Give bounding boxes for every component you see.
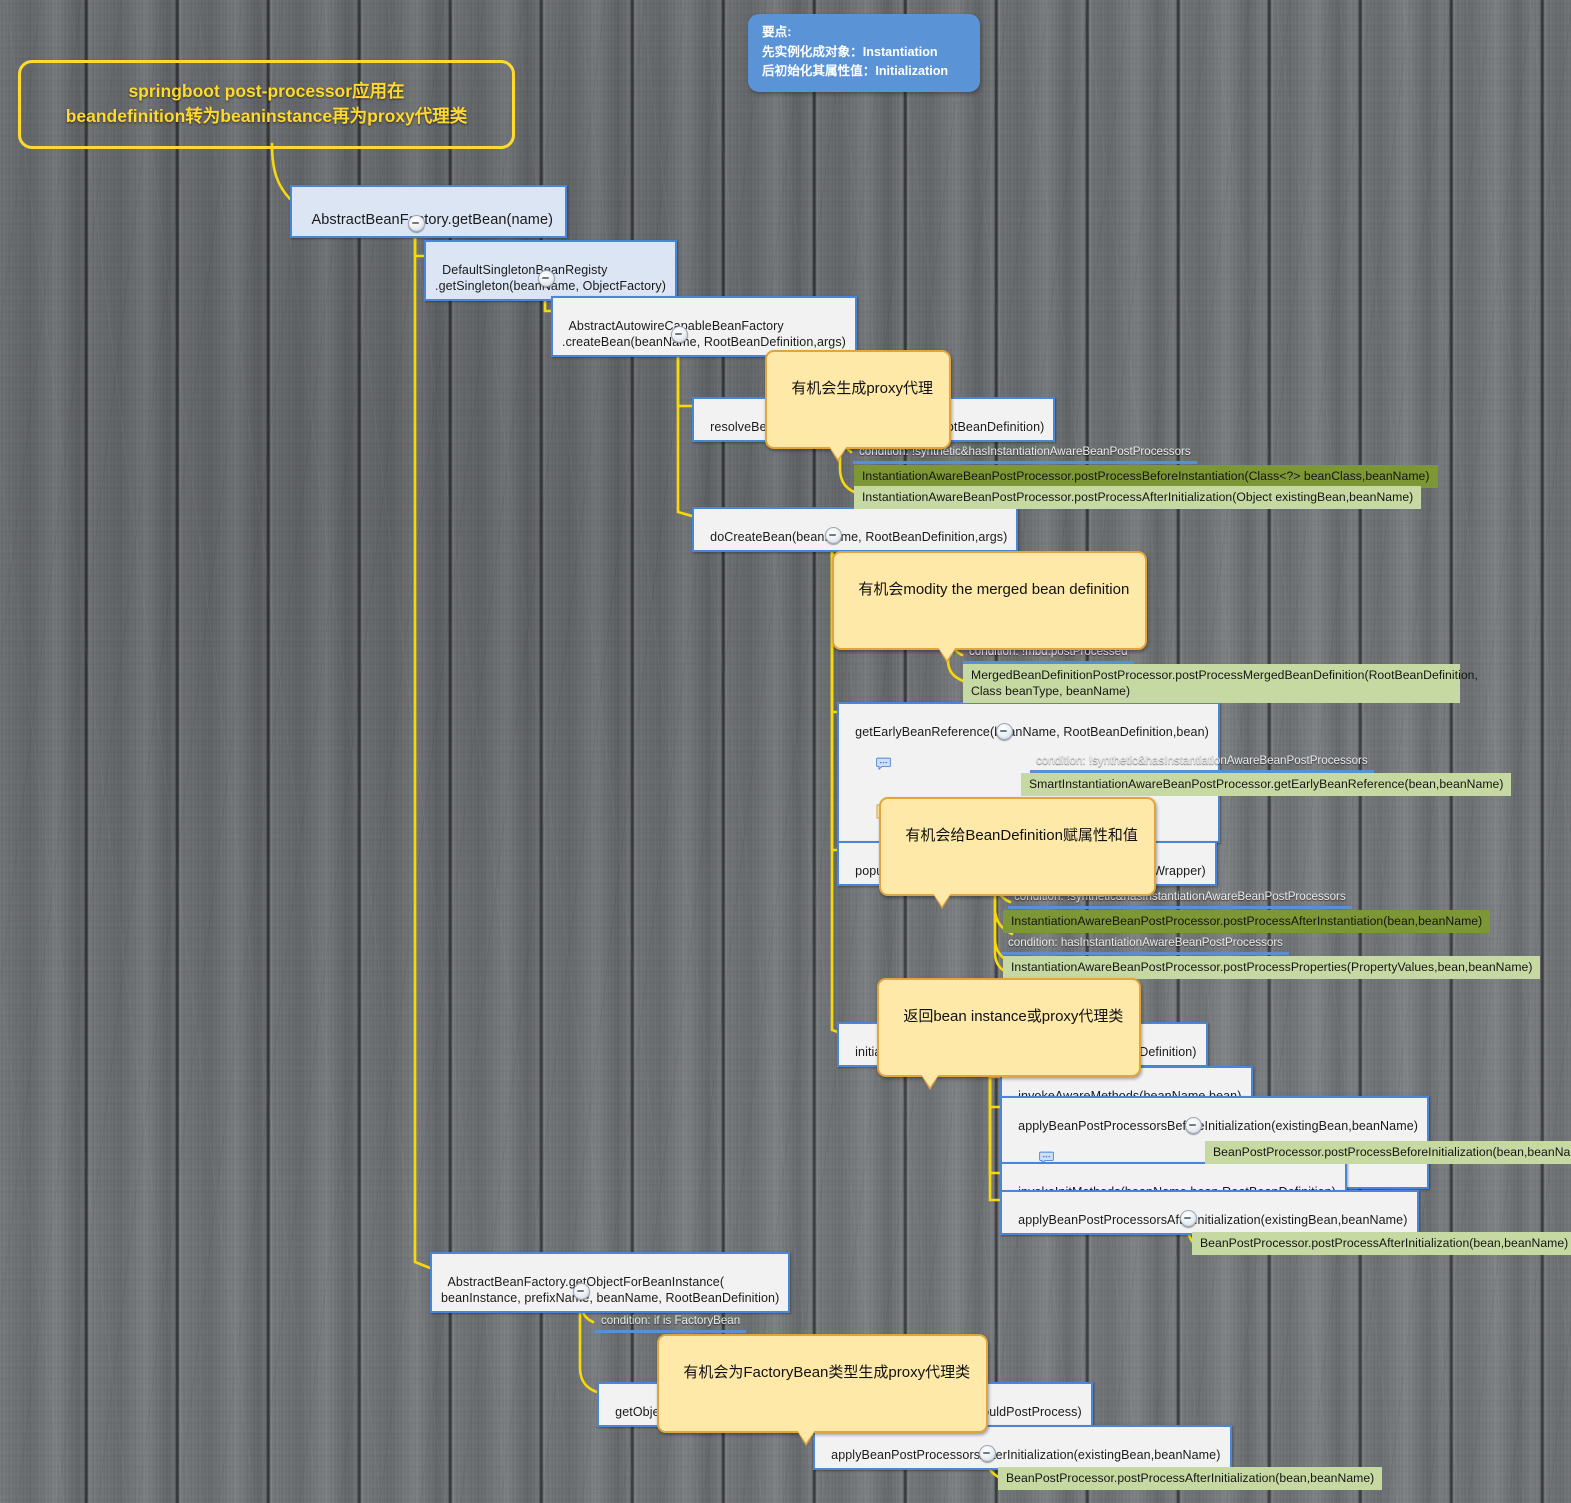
callout-tail xyxy=(933,893,951,906)
node-label: applyBeanPostProcessorsBeforeInitializat… xyxy=(1018,1119,1419,1133)
condition-label: condition: !synthetic&hasInstantiationAw… xyxy=(1030,752,1374,773)
callout-text: 返回bean instance或proxy代理类 xyxy=(903,1008,1124,1025)
node-create-bean[interactable]: AbstractAutowireCapableBeanFactory .crea… xyxy=(551,296,857,357)
comment-icon[interactable] xyxy=(862,740,892,788)
page-title-line2: beandefinition转为beaninstance再为proxy代理类 xyxy=(65,106,468,126)
callout-text: 有机会给BeanDefinition赋属性和值 xyxy=(905,827,1138,844)
callout-text: 有机会为FactoryBean类型生成proxy代理类 xyxy=(683,1364,971,1381)
leaf-bpp-after-initialization[interactable]: BeanPostProcessor.postProcessAfterInitia… xyxy=(1192,1232,1571,1255)
callout-tail xyxy=(829,446,847,459)
callout-text: 有机会生成proxy代理 xyxy=(791,380,934,397)
node-label: applyBeanPostProcessorsAfterInitializati… xyxy=(831,1448,1221,1462)
page-title-line1: springboot post-processor应用在 xyxy=(128,81,405,101)
node-do-create-bean[interactable]: doCreateBean(beanName, RootBeanDefinitio… xyxy=(692,507,1019,552)
collapse-knob[interactable] xyxy=(996,723,1013,740)
collapse-knob[interactable] xyxy=(979,1445,996,1462)
callout-tail xyxy=(921,1074,939,1087)
node-label: AbstractBeanFactory.getBean(name) xyxy=(311,212,554,228)
callout-proxy-chance: 有机会生成proxy代理 xyxy=(765,350,952,462)
collapse-knob[interactable] xyxy=(825,527,842,544)
condition-label: condition: hasInstantiationAwareBeanPost… xyxy=(1002,934,1289,955)
leaf-post-process-after-instantiation[interactable]: InstantiationAwareBeanPostProcessor.post… xyxy=(1003,910,1491,933)
leaf-post-process-merged-bean-definition[interactable]: MergedBeanDefinitionPostProcessor.postPr… xyxy=(963,664,1478,703)
callout-tail xyxy=(938,647,956,660)
collapse-knob[interactable] xyxy=(1185,1117,1202,1134)
leaf-post-process-before-instantiation[interactable]: InstantiationAwareBeanPostProcessor.post… xyxy=(854,465,1438,488)
node-get-object-for-bean-instance[interactable]: AbstractBeanFactory.getObjectForBeanInst… xyxy=(430,1252,791,1313)
page-title: springboot post-processor应用在 beandefinit… xyxy=(18,60,515,149)
collapse-knob[interactable] xyxy=(671,326,688,343)
leaf-post-process-after-initialization[interactable]: InstantiationAwareBeanPostProcessor.post… xyxy=(854,486,1422,509)
callout-modify-merged-bd: 有机会modity the merged bean definition xyxy=(832,551,1148,663)
leaf-get-early-bean-reference[interactable]: SmartInstantiationAwareBeanPostProcessor… xyxy=(1021,773,1512,796)
node-label: doCreateBean(beanName, RootBeanDefinitio… xyxy=(710,530,1008,544)
node-label: AbstractAutowireCapableBeanFactory .crea… xyxy=(562,319,846,349)
callout-return-instance-or-proxy: 返回bean instance或proxy代理类 xyxy=(877,978,1142,1090)
leaf-bpp-after-initialization-factory[interactable]: BeanPostProcessor.postProcessAfterInitia… xyxy=(998,1467,1383,1490)
node-label: getEarlyBeanReference(beanName, RootBean… xyxy=(855,725,1209,739)
node-label: AbstractBeanFactory.getObjectForBeanInst… xyxy=(441,1275,780,1305)
node-apply-bpp-after-init[interactable]: applyBeanPostProcessorsAfterInitializati… xyxy=(1000,1190,1419,1235)
legend-box: 要点: 先实例化成对象：Instantiation 后初始化其属性值：Initi… xyxy=(748,14,980,92)
collapse-knob[interactable] xyxy=(408,215,425,232)
callout-factorybean-proxy: 有机会为FactoryBean类型生成proxy代理类 xyxy=(657,1334,989,1446)
leaf-post-process-properties[interactable]: InstantiationAwareBeanPostProcessor.post… xyxy=(1003,956,1541,979)
node-get-bean[interactable]: AbstractBeanFactory.getBean(name) xyxy=(290,185,568,238)
collapse-knob[interactable] xyxy=(573,1283,590,1300)
callout-text: 有机会modity the merged bean definition xyxy=(858,581,1130,598)
node-label: applyBeanPostProcessorsAfterInitializati… xyxy=(1018,1213,1408,1227)
leaf-bpp-before-initialization[interactable]: BeanPostProcessor.postProcessBeforeIniti… xyxy=(1205,1141,1571,1164)
collapse-knob[interactable] xyxy=(538,270,555,287)
condition-label: condition: if is FactoryBean xyxy=(595,1312,747,1333)
callout-tail xyxy=(797,1430,815,1443)
callout-assign-properties: 有机会给BeanDefinition赋属性和值 xyxy=(879,797,1156,909)
collapse-knob[interactable] xyxy=(1180,1210,1197,1227)
